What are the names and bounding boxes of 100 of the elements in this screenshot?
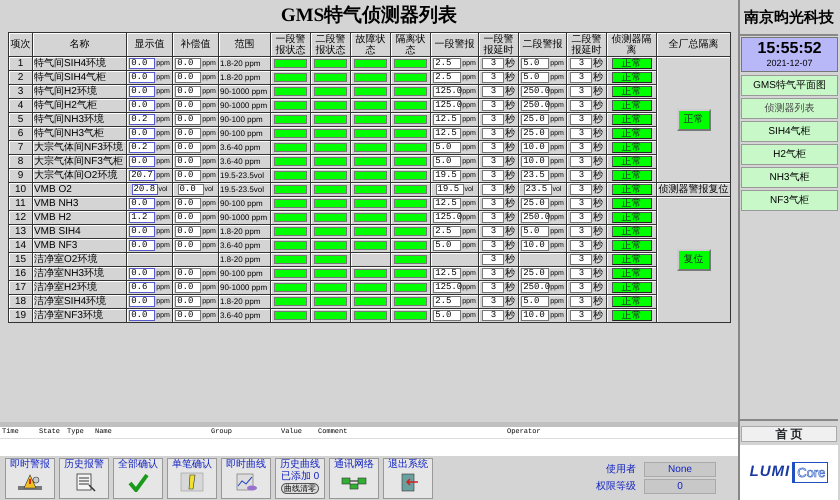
input-field[interactable]: 0.0 xyxy=(175,268,202,279)
input-field[interactable]: 5.0 xyxy=(433,156,462,167)
isolation-button[interactable]: 正常 xyxy=(612,86,652,97)
input-field[interactable]: 0.0 xyxy=(175,58,202,69)
input-field[interactable]: 19.5 xyxy=(436,184,464,195)
input-field[interactable]: 3 xyxy=(482,226,504,237)
input-field[interactable]: 3 xyxy=(570,198,592,209)
input-field[interactable]: 250.0 xyxy=(521,282,550,293)
input-field[interactable]: 3 xyxy=(570,310,592,321)
reset-button[interactable]: 正常 xyxy=(676,108,710,130)
input-field[interactable]: 2.5 xyxy=(433,226,462,237)
input-field[interactable]: 2.5 xyxy=(433,72,462,83)
input-field[interactable]: 19.5 xyxy=(433,170,462,181)
input-field[interactable]: 5.0 xyxy=(433,142,462,153)
input-field[interactable]: 0.0 xyxy=(175,114,202,125)
input-field[interactable]: 12.5 xyxy=(433,114,462,125)
input-field[interactable]: 3 xyxy=(570,58,592,69)
input-field[interactable]: 3 xyxy=(570,100,592,111)
input-field[interactable]: 0.0 xyxy=(178,184,204,195)
input-field[interactable]: 0.0 xyxy=(175,198,202,209)
isolation-button[interactable]: 正常 xyxy=(612,100,652,111)
isolation-button[interactable]: 正常 xyxy=(612,296,652,307)
toolbar-button[interactable]: 退出系统 xyxy=(383,458,433,498)
isolation-button[interactable]: 正常 xyxy=(612,198,652,209)
input-field[interactable]: 5.0 xyxy=(521,58,550,69)
isolation-button[interactable]: 正常 xyxy=(612,58,652,69)
input-field[interactable]: 125.0 xyxy=(433,100,462,111)
input-field[interactable]: 3 xyxy=(482,268,504,279)
input-field[interactable]: 3 xyxy=(482,170,504,181)
input-field[interactable]: 23.5 xyxy=(521,170,550,181)
input-field[interactable]: 3 xyxy=(482,240,504,251)
input-field[interactable]: 250.0 xyxy=(521,86,550,97)
input-field[interactable]: 3 xyxy=(482,156,504,167)
input-field[interactable]: 25.0 xyxy=(521,268,550,279)
input-field[interactable]: 5.0 xyxy=(521,72,550,83)
input-field[interactable]: 0.0 xyxy=(175,72,202,83)
input-field[interactable]: 0.0 xyxy=(175,212,202,223)
input-field[interactable]: 12.5 xyxy=(433,128,462,139)
input-field[interactable]: 3 xyxy=(570,226,592,237)
input-field[interactable]: 3 xyxy=(570,254,592,265)
input-field[interactable]: 0.0 xyxy=(175,86,202,97)
input-field[interactable]: 10.0 xyxy=(521,240,550,251)
input-field[interactable]: 3 xyxy=(482,114,504,125)
input-field[interactable]: 5.0 xyxy=(521,226,550,237)
input-field[interactable]: 3 xyxy=(482,142,504,153)
input-field[interactable]: 3 xyxy=(482,72,504,83)
input-field[interactable]: 3 xyxy=(570,72,592,83)
toolbar-button[interactable]: 通讯网络 xyxy=(329,458,379,498)
input-field[interactable]: 2.5 xyxy=(433,58,462,69)
isolation-button[interactable]: 正常 xyxy=(612,226,652,237)
input-field[interactable]: 125.0 xyxy=(433,86,462,97)
input-field[interactable]: 25.0 xyxy=(521,198,550,209)
input-field[interactable]: 0.0 xyxy=(175,128,202,139)
input-field[interactable]: 250.0 xyxy=(521,100,550,111)
input-field[interactable]: 5.0 xyxy=(433,310,462,321)
input-field[interactable]: 2.5 xyxy=(433,296,462,307)
input-field[interactable]: 0.0 xyxy=(175,296,202,307)
isolation-button[interactable]: 正常 xyxy=(612,310,652,321)
input-field[interactable]: 250.0 xyxy=(521,212,550,223)
input-field[interactable]: 10.0 xyxy=(521,142,550,153)
input-field[interactable]: 3 xyxy=(570,170,592,181)
input-field[interactable]: 125.0 xyxy=(433,212,462,223)
input-field[interactable]: 3 xyxy=(482,198,504,209)
input-field[interactable]: 3 xyxy=(482,212,504,223)
isolation-button[interactable]: 正常 xyxy=(612,72,652,83)
input-field[interactable]: 0.0 xyxy=(175,156,202,167)
input-field[interactable]: 3 xyxy=(482,100,504,111)
toolbar-button[interactable]: 即时曲线 xyxy=(221,458,271,498)
input-field[interactable]: 0.0 xyxy=(175,310,202,321)
isolation-button[interactable]: 正常 xyxy=(612,240,652,251)
input-field[interactable]: 12.5 xyxy=(433,198,462,209)
nav-item[interactable]: GMS特气平面图 xyxy=(741,75,838,96)
isolation-button[interactable]: 正常 xyxy=(612,142,652,153)
input-field[interactable]: 25.0 xyxy=(521,114,550,125)
input-field[interactable]: 5.0 xyxy=(521,296,550,307)
isolation-button[interactable]: 正常 xyxy=(612,114,652,125)
input-field[interactable]: 3 xyxy=(482,254,504,265)
input-field[interactable]: 0.0 xyxy=(175,142,202,153)
input-field[interactable]: 3 xyxy=(482,86,504,97)
input-field[interactable]: 3 xyxy=(482,184,504,195)
isolation-button[interactable]: 正常 xyxy=(612,156,652,167)
input-field[interactable]: 0.0 xyxy=(175,100,202,111)
isolation-button[interactable]: 正常 xyxy=(612,282,652,293)
input-field[interactable]: 3 xyxy=(482,310,504,321)
input-field[interactable]: 12.5 xyxy=(433,268,462,279)
input-field[interactable]: 3 xyxy=(570,184,592,195)
input-field[interactable]: 3 xyxy=(570,86,592,97)
toolbar-button[interactable]: 历史报警 xyxy=(59,458,109,498)
isolation-button[interactable]: 正常 xyxy=(612,170,652,181)
input-field[interactable]: 10.0 xyxy=(521,156,550,167)
input-field[interactable]: 5.0 xyxy=(433,240,462,251)
input-field[interactable]: 3 xyxy=(570,142,592,153)
input-field[interactable]: 3 xyxy=(482,282,504,293)
nav-item[interactable]: SIH4气柜 xyxy=(741,121,838,142)
toolbar-button[interactable]: 即时警报 xyxy=(5,458,55,498)
isolation-button[interactable]: 正常 xyxy=(612,212,652,223)
reset-button[interactable]: 复位 xyxy=(676,248,710,270)
input-field[interactable]: 0.0 xyxy=(175,282,202,293)
input-field[interactable]: 3 xyxy=(570,128,592,139)
input-field[interactable]: 3 xyxy=(570,268,592,279)
